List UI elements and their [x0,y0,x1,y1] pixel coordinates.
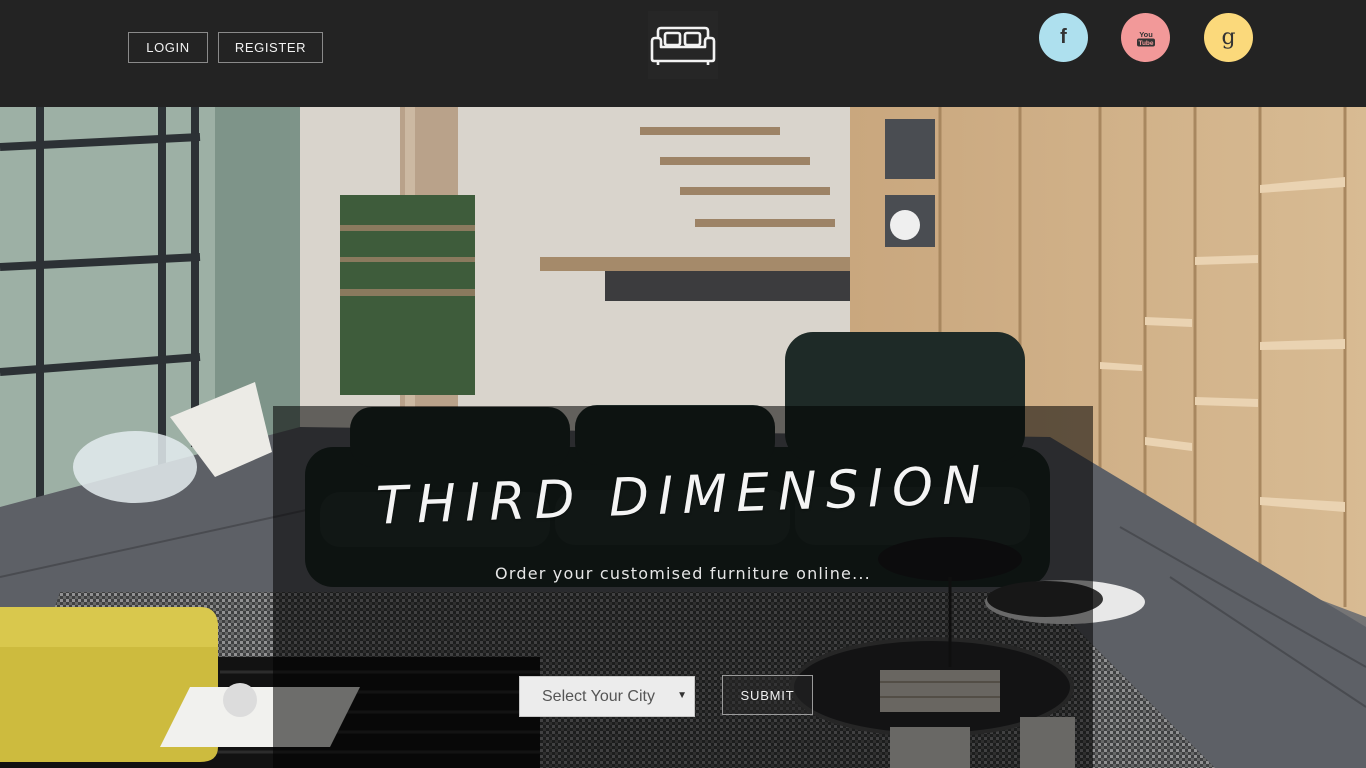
submit-button[interactable]: SUBMIT [722,675,813,715]
hero-overlay-panel: THIRD DIMENSION Order your customised fu… [273,406,1093,768]
facebook-icon[interactable]: f [1039,13,1088,62]
sofa-logo-icon[interactable] [648,11,718,79]
site-tagline: Order your customised furniture online..… [495,564,871,583]
hero-section: THIRD DIMENSION Order your customised fu… [0,107,1366,768]
google-plus-icon[interactable]: g [1204,13,1253,62]
youtube-icon[interactable]: You Tube [1121,13,1170,62]
city-select-value: Select Your City [542,687,655,705]
top-bar: LOGIN REGISTER f You Tube g [0,0,1366,107]
dropdown-arrow-icon: ▼ [677,690,687,701]
city-select-dropdown[interactable]: Select Your City ▼ [519,676,695,717]
site-title: THIRD DIMENSION [375,455,991,537]
login-button[interactable]: LOGIN [128,32,208,63]
register-button[interactable]: REGISTER [218,32,323,63]
youtube-icon-top-text: You [1139,30,1153,39]
youtube-icon-bottom-text: Tube [1138,40,1153,47]
